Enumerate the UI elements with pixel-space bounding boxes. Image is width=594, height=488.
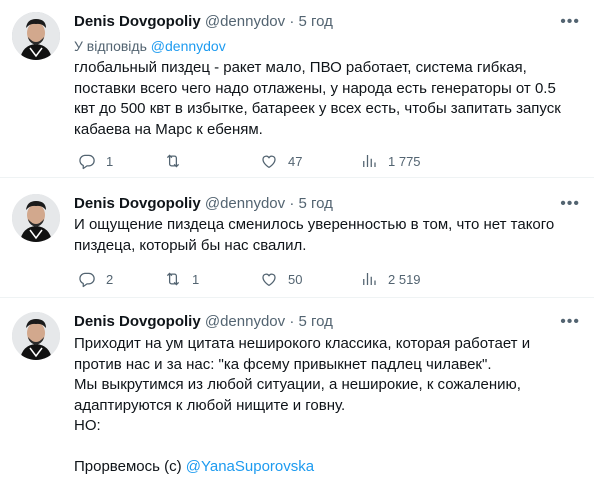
views-button[interactable]: 2 519 — [360, 269, 421, 289]
views-icon — [360, 270, 378, 288]
views-count: 2 519 — [388, 271, 421, 287]
separator-dot: · — [289, 313, 295, 330]
timestamp[interactable]: 5 год — [298, 313, 332, 330]
tweet-text: И ощущение пиздеца сменилось уверенность… — [74, 215, 574, 256]
timestamp[interactable]: 5 год — [298, 13, 332, 30]
reply-mention[interactable]: @dennydov — [151, 38, 226, 54]
closing-text: Прорвемось (с) — [74, 458, 182, 475]
reply-button[interactable]: 2 — [78, 269, 113, 289]
avatar[interactable] — [12, 12, 60, 60]
reply-icon — [78, 270, 96, 288]
tweet-header: Denis Dovgopoliy @dennydov · 5 год — [74, 12, 333, 32]
tweet-text-content: И ощущение пиздеца сменилось уверенность… — [74, 216, 555, 254]
heart-icon — [260, 270, 278, 288]
reply-context: У відповідь @dennydov — [74, 37, 226, 55]
reply-count: 1 — [106, 153, 114, 169]
closing-mention[interactable]: @YanaSuporovska — [186, 458, 314, 475]
tweet-2[interactable]: Denis Dovgopoliy @dennydov · 5 год ••• И… — [0, 178, 594, 297]
author-name[interactable]: Denis Dovgopoliy — [74, 195, 201, 212]
timestamp[interactable]: 5 год — [298, 195, 332, 212]
reply-count: 2 — [106, 271, 114, 287]
author-handle[interactable]: @dennydov — [205, 13, 285, 30]
tweet-header: Denis Dovgopoliy @dennydov · 5 год — [74, 194, 333, 214]
like-count: 50 — [288, 271, 303, 287]
retweet-icon — [164, 152, 182, 170]
tweet-actions: 2 1 50 2 519 — [74, 269, 574, 289]
views-button[interactable]: 1 775 — [360, 151, 421, 171]
author-handle[interactable]: @dennydov — [205, 195, 285, 212]
reply-icon — [78, 152, 96, 170]
tweet-3[interactable]: Denis Dovgopoliy @dennydov · 5 год ••• П… — [0, 298, 594, 488]
reply-button[interactable]: 1 — [78, 151, 113, 171]
tweet-text-content: глобальный пиздец - ракет мало, ПВО рабо… — [74, 59, 561, 138]
like-button[interactable]: 50 — [260, 269, 302, 289]
author-handle[interactable]: @dennydov — [205, 313, 285, 330]
like-count: 47 — [288, 153, 303, 169]
tweet-header: Denis Dovgopoliy @dennydov · 5 год — [74, 312, 333, 332]
tweet-text: глобальный пиздец - ракет мало, ПВО рабо… — [74, 58, 574, 140]
tweet-text-closing: Прорвемось (с) @YanaSuporovska — [74, 457, 574, 478]
retweet-icon — [164, 270, 182, 288]
views-icon — [360, 152, 378, 170]
tweet-text: Приходит на ум цитата неширокого классик… — [74, 334, 574, 478]
author-name[interactable]: Denis Dovgopoliy — [74, 13, 201, 30]
retweet-count: 1 — [192, 271, 200, 287]
avatar[interactable] — [12, 194, 60, 242]
views-count: 1 775 — [388, 153, 421, 169]
retweet-button[interactable] — [164, 151, 192, 171]
author-name[interactable]: Denis Dovgopoliy — [74, 313, 201, 330]
tweet-actions: 1 47 1 775 — [74, 151, 574, 171]
retweet-button[interactable]: 1 — [164, 269, 199, 289]
more-icon[interactable]: ••• — [560, 14, 580, 30]
heart-icon — [260, 152, 278, 170]
tweet-text-line: Мы выкрутимся из любой ситуации, а нешир… — [74, 376, 521, 414]
avatar[interactable] — [12, 312, 60, 360]
reply-prefix: У відповідь — [74, 38, 147, 54]
tweet-text-line: НО: — [74, 417, 101, 434]
like-button[interactable]: 47 — [260, 151, 302, 171]
separator-dot: · — [289, 13, 295, 30]
more-icon[interactable]: ••• — [560, 196, 580, 212]
tweet-text-line: Приходит на ум цитата неширокого классик… — [74, 335, 531, 373]
tweet-1[interactable]: Denis Dovgopoliy @dennydov · 5 год ••• У… — [0, 0, 594, 176]
more-icon[interactable]: ••• — [560, 314, 580, 330]
separator-dot: · — [289, 195, 295, 212]
